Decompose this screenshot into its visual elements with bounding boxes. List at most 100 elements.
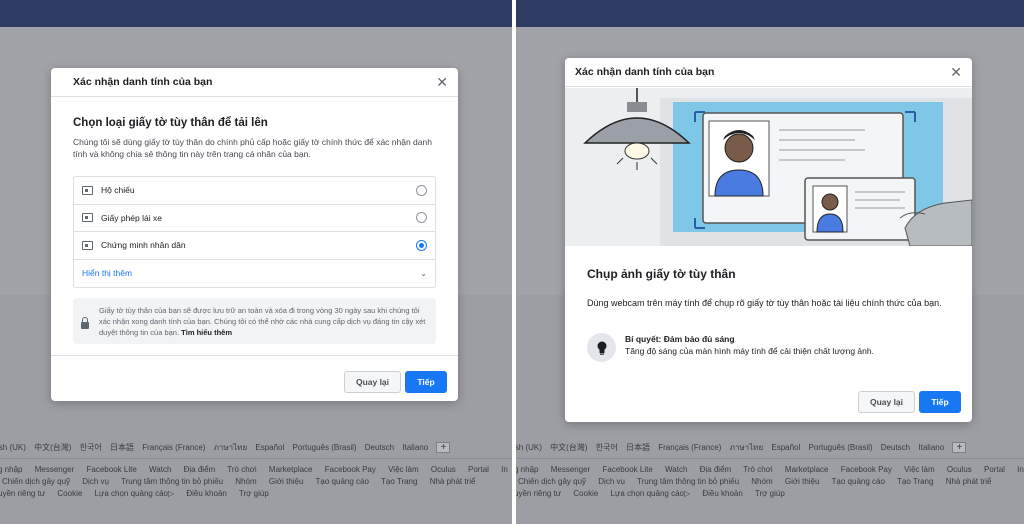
dialog-heading: Chọn loại giấy tờ tùy thân để tải lên	[73, 117, 268, 129]
footer-link[interactable]: Oculus	[431, 465, 456, 474]
footer-link[interactable]: Watch	[149, 465, 171, 474]
footer-link[interactable]: In	[1017, 465, 1024, 474]
footer-link[interactable]: Trung tâm thông tin bỏ phiếu	[121, 477, 223, 486]
footer-link[interactable]: Nhà phát triể	[946, 477, 992, 486]
footer-link[interactable]: g nhập	[0, 465, 22, 474]
illustration-graphic	[565, 88, 972, 246]
language-link[interactable]: ish (UK)	[0, 443, 26, 452]
footer-link[interactable]: Địa điểm	[700, 465, 732, 474]
footer-link[interactable]: Trò chơi	[227, 465, 256, 474]
footer-link[interactable]: Dịch vụ	[82, 477, 109, 486]
language-link[interactable]: Español	[771, 443, 800, 452]
footer-link[interactable]: Facebook Lite	[603, 465, 653, 474]
footer-link[interactable]: Messenger	[35, 465, 75, 474]
option-drivers-license[interactable]: Giấy phép lái xe	[74, 205, 435, 232]
footer-link[interactable]: Trợ giúp	[755, 489, 785, 498]
option-passport[interactable]: Hộ chiếu	[74, 177, 435, 205]
footer-links-row-2: Chiến dịch gây quỹ Dịch vụ Trung tâm thô…	[2, 477, 486, 486]
footer-link[interactable]: uyền riêng tư	[0, 489, 45, 498]
close-icon[interactable]: ✕	[950, 65, 962, 79]
footer-link[interactable]: Nhà phát triể	[430, 477, 476, 486]
footer-link[interactable]: Facebook Lite	[87, 465, 137, 474]
footer-link[interactable]: In	[501, 465, 508, 474]
footer-link[interactable]: Việc làm	[388, 465, 419, 474]
footer-link[interactable]: Tạo quảng cáo	[832, 477, 885, 486]
footer-link[interactable]: Địa điểm	[184, 465, 216, 474]
footer-link[interactable]: Watch	[665, 465, 687, 474]
footer-link[interactable]: Portal	[984, 465, 1005, 474]
language-link[interactable]: 中文(台灣)	[550, 443, 587, 452]
footer-link[interactable]: Trò chơi	[743, 465, 772, 474]
language-link[interactable]: Italiano	[918, 443, 944, 452]
footer-link[interactable]: Giới thiệu	[269, 477, 304, 486]
language-link[interactable]: ภาษาไทย	[730, 443, 764, 452]
learn-more-link[interactable]: Tìm hiểu thêm	[181, 328, 232, 337]
option-national-id[interactable]: Chứng minh nhân dân	[74, 232, 435, 260]
footer-link[interactable]: Trung tâm thông tin bỏ phiếu	[637, 477, 739, 486]
language-link[interactable]: Deutsch	[365, 443, 394, 452]
dialog-title: Xác nhận danh tính của bạn	[73, 76, 213, 88]
footer-link[interactable]: Tạo Trang	[897, 477, 933, 486]
radio-button[interactable]	[416, 184, 427, 196]
id-type-options: Hộ chiếu Giấy phép lái xe Chứng minh nhâ…	[73, 176, 436, 288]
language-link[interactable]: 中文(台灣)	[34, 443, 71, 452]
footer-link[interactable]: Cookie	[57, 489, 82, 498]
footer-link[interactable]: Chiến dịch gây quỹ	[2, 477, 70, 486]
footer-links-row-3: uyền riêng tư Cookie Lựa chọn quảng cáo▷…	[516, 489, 795, 498]
language-link[interactable]: 한국어	[596, 443, 618, 452]
radio-button[interactable]	[416, 212, 427, 224]
language-link[interactable]: Français (France)	[658, 443, 721, 452]
next-button[interactable]: Tiếp	[919, 391, 961, 413]
footer-link[interactable]: Giới thiệu	[785, 477, 820, 486]
footer-link[interactable]: Nhóm	[235, 477, 256, 486]
footer-link[interactable]: Portal	[468, 465, 489, 474]
back-button[interactable]: Quay lại	[344, 371, 401, 393]
show-more-button[interactable]: Hiển thị thêm ⌄	[74, 260, 435, 288]
back-button[interactable]: Quay lại	[858, 391, 915, 413]
footer-link[interactable]: Tạo Trang	[381, 477, 417, 486]
language-link[interactable]: ish (UK)	[516, 443, 542, 452]
footer-link[interactable]: Điều khoản	[186, 489, 226, 498]
footer-links-row-1: g nhập Messenger Facebook Lite Watch Địa…	[0, 465, 512, 474]
footer-link[interactable]: Dịch vụ	[598, 477, 625, 486]
tip-text: Tăng độ sáng của màn hình máy tính để cả…	[625, 346, 874, 356]
footer-link[interactable]: Nhóm	[751, 477, 772, 486]
language-link[interactable]: Deutsch	[881, 443, 910, 452]
footer-link[interactable]: uyền riêng tư	[516, 489, 561, 498]
language-link[interactable]: ภาษาไทย	[214, 443, 248, 452]
footer-link[interactable]: g nhập	[516, 465, 538, 474]
dialog-header: Xác nhận danh tính của bạn ✕	[565, 58, 972, 87]
footer-link[interactable]: Facebook Pay	[325, 465, 376, 474]
footer-link[interactable]: Lựa chọn quảng cáo▷	[611, 489, 691, 498]
language-link[interactable]: Português (Brasil)	[293, 443, 357, 452]
footer-link[interactable]: Marketplace	[269, 465, 313, 474]
option-label: Chứng minh nhân dân	[101, 240, 186, 251]
more-languages-button[interactable]: +	[952, 442, 967, 454]
language-link[interactable]: Português (Brasil)	[809, 443, 873, 452]
footer-link[interactable]: Chiến dịch gây quỹ	[518, 477, 586, 486]
top-navigation-bar	[516, 0, 1024, 27]
footer-link[interactable]: Tạo quảng cáo	[316, 477, 369, 486]
radio-button-selected[interactable]	[416, 239, 427, 251]
footer-links-row-2: Chiến dịch gây quỹ Dịch vụ Trung tâm thô…	[518, 477, 1002, 486]
footer-link[interactable]: Oculus	[947, 465, 972, 474]
footer-link[interactable]: Trợ giúp	[239, 489, 269, 498]
more-languages-button[interactable]: +	[436, 442, 451, 454]
footer-link[interactable]: Lựa chọn quảng cáo▷	[95, 489, 175, 498]
language-link[interactable]: 한국어	[80, 443, 102, 452]
language-link[interactable]: 日本語	[626, 443, 650, 452]
language-link[interactable]: Italiano	[402, 443, 428, 452]
language-link[interactable]: 日本語	[110, 443, 134, 452]
next-button[interactable]: Tiếp	[405, 371, 447, 393]
footer-link[interactable]: Điều khoản	[702, 489, 742, 498]
language-link[interactable]: Français (France)	[142, 443, 205, 452]
footer-link[interactable]: Marketplace	[785, 465, 829, 474]
lock-icon	[81, 317, 89, 329]
footer-link[interactable]: Messenger	[551, 465, 591, 474]
show-more-label: Hiển thị thêm	[82, 268, 133, 279]
close-icon[interactable]: ✕	[436, 75, 448, 89]
language-link[interactable]: Español	[255, 443, 284, 452]
footer-link[interactable]: Facebook Pay	[841, 465, 892, 474]
footer-link[interactable]: Việc làm	[904, 465, 935, 474]
footer-link[interactable]: Cookie	[573, 489, 598, 498]
